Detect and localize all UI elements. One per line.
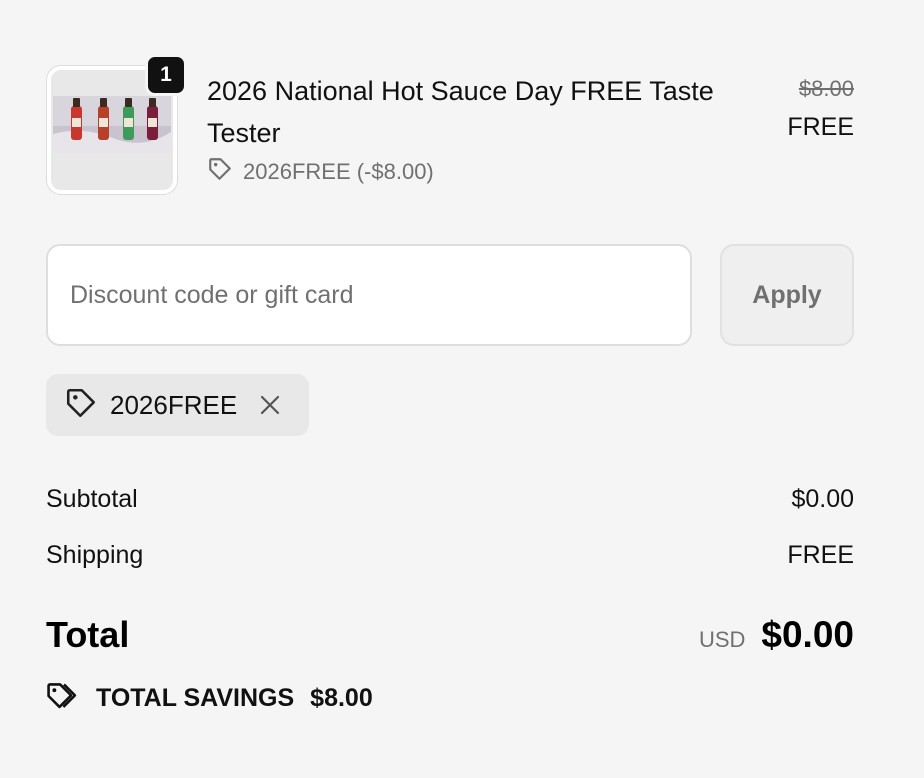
close-icon [261,395,280,415]
hot-sauce-bottles-image [53,96,171,154]
total-label: Total [46,614,130,655]
subtotal-value: $0.00 [791,484,854,513]
shipping-label: Shipping [46,540,144,569]
applied-code-label: 2026FREE [110,389,238,420]
item-discount-label: 2026FREE (-$8.00) [243,159,434,184]
current-price: FREE [787,113,854,141]
quantity-badge: 1 [145,54,187,96]
remove-discount-button[interactable] [255,390,285,420]
product-title: 2026 National Hot Sauce Day FREE Taste T… [207,76,714,148]
subtotal-row: Subtotal $0.00 [46,480,854,518]
currency-code: USD [698,627,746,652]
original-price: $8.00 [798,76,854,101]
total-row: Total USD $0.00 [46,614,854,666]
tag-icon [207,156,233,188]
total-savings-value: $8.00 [310,683,373,712]
tags-icon [46,680,82,717]
item-price: $8.00 FREE [787,74,854,144]
total-savings-label: TOTAL SAVINGS [96,683,295,712]
shipping-row: Shipping FREE [46,536,854,574]
apply-button[interactable]: Apply [720,244,854,346]
total-amount: USD $0.00 [699,614,854,656]
total-value: $0.00 [761,614,854,655]
line-item: 1 2026 National Hot Sauce Day FREE Taste… [47,54,854,194]
tag-icon [64,386,98,425]
applied-discount-chip: 2026FREE [46,374,309,436]
product-thumbnail-wrap: 1 [47,54,187,194]
total-savings-row: TOTAL SAVINGS $8.00 [46,678,373,718]
subtotal-label: Subtotal [46,484,138,513]
discount-code-input[interactable] [46,244,692,346]
shipping-value: FREE [787,540,854,569]
item-discount: 2026FREE (-$8.00) [207,156,434,188]
